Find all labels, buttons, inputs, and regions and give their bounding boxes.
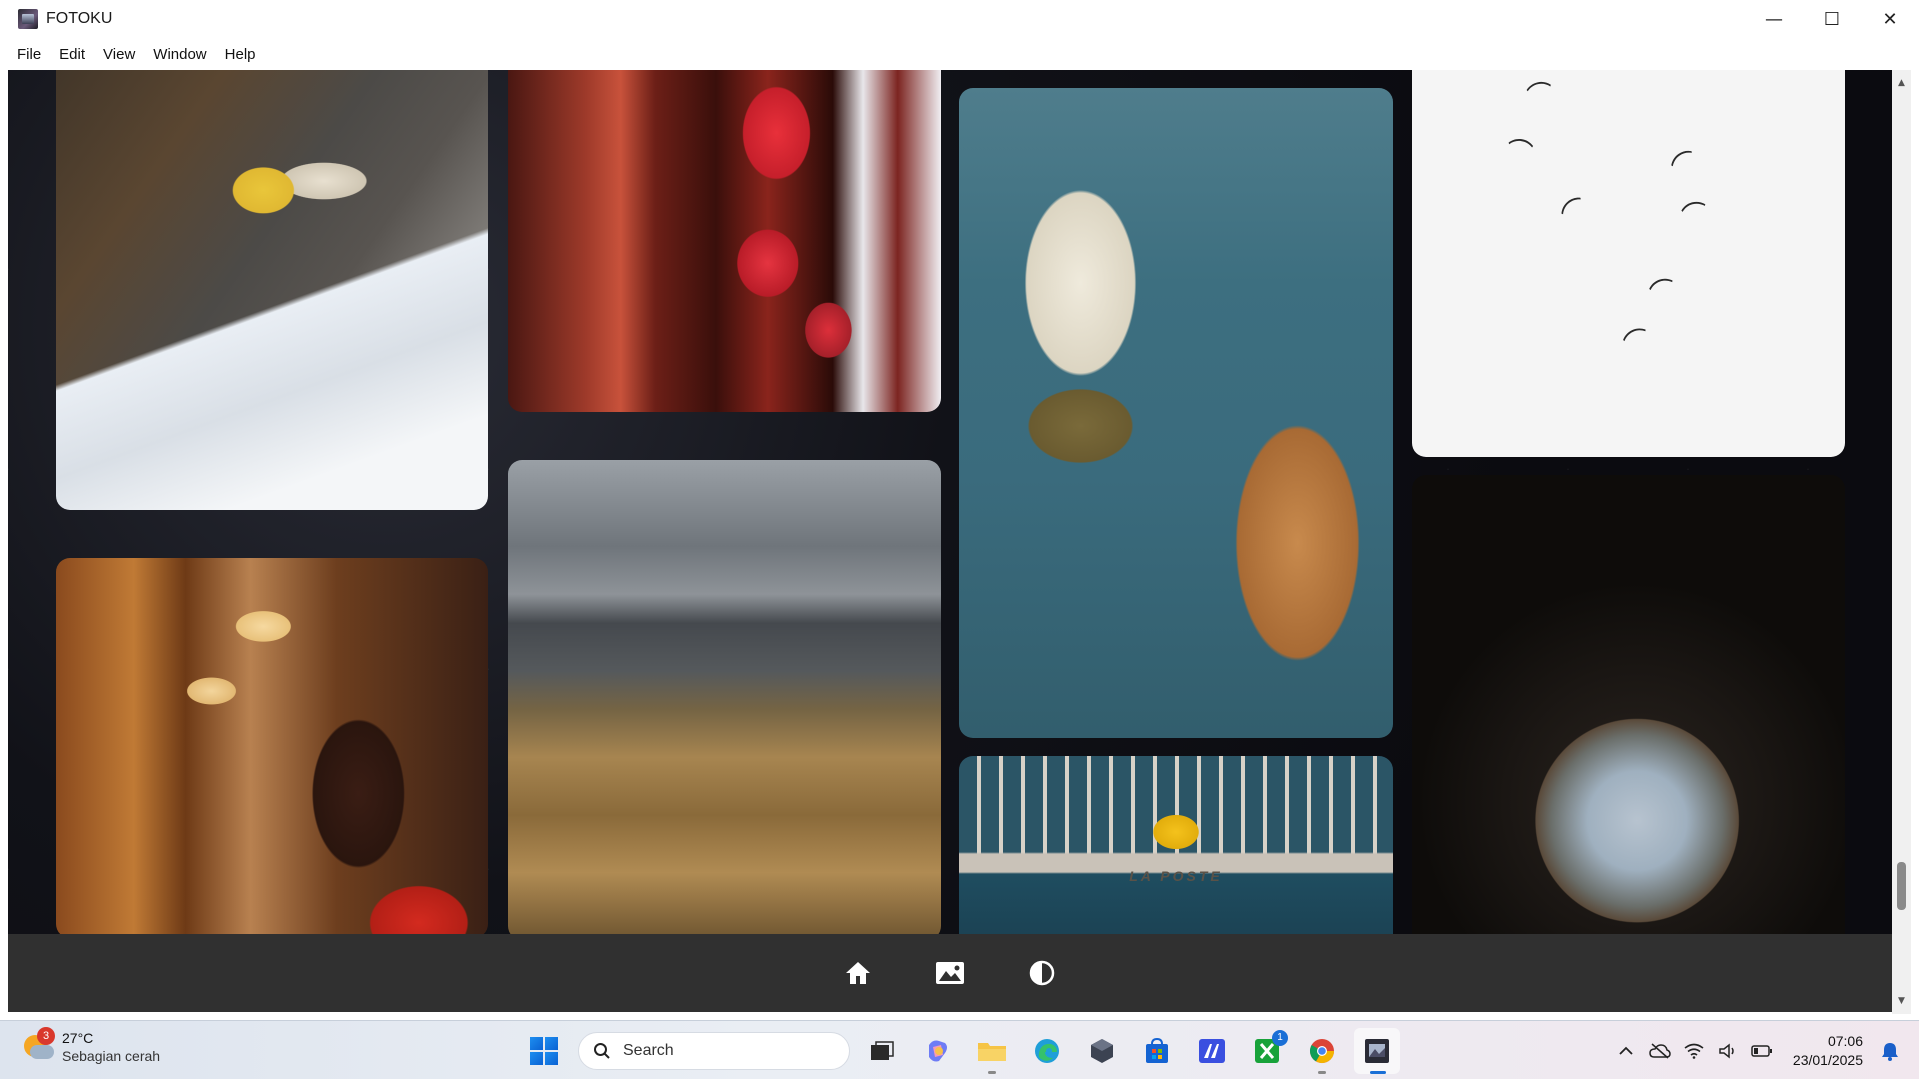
menu-bar: File Edit View Window Help bbox=[0, 38, 1919, 70]
xbox-icon[interactable]: 1 bbox=[1244, 1028, 1290, 1074]
photo-train[interactable] bbox=[56, 70, 488, 510]
volume-icon[interactable] bbox=[1716, 1039, 1740, 1063]
photo-lanterns[interactable] bbox=[508, 70, 941, 412]
title-bar: FOTOKU — ☐ ✕ bbox=[0, 0, 1919, 38]
copilot-icon[interactable] bbox=[914, 1028, 960, 1074]
photo-woman[interactable] bbox=[56, 558, 488, 934]
weather-badge: 3 bbox=[37, 1027, 55, 1045]
photo-birds[interactable]: ⌒ ⌒ ⌒ ⌒ ⌒ ⌒ ⌒ bbox=[1412, 70, 1845, 457]
la-poste-sign: LA POSTE bbox=[1129, 868, 1223, 884]
store-icon[interactable] bbox=[1134, 1028, 1180, 1074]
taskbar-center: Search 1 bbox=[524, 1021, 1400, 1079]
minimize-button[interactable]: — bbox=[1745, 0, 1803, 38]
bird-icon: ⌒ bbox=[1646, 274, 1682, 312]
image-icon[interactable] bbox=[935, 958, 965, 988]
weather-widget[interactable]: 3 27°C Sebagian cerah bbox=[22, 1027, 161, 1064]
bird-icon: ⌒ bbox=[1524, 78, 1557, 114]
photo-mountain[interactable] bbox=[508, 460, 941, 934]
clock-date: 23/01/2025 bbox=[1792, 1052, 1863, 1068]
fotoku-taskbar-icon[interactable] bbox=[1354, 1027, 1400, 1074]
photo-deer[interactable] bbox=[959, 88, 1393, 738]
system-tray: 07:06 23/01/2025 bbox=[1609, 1021, 1907, 1079]
maximize-button[interactable]: ☐ bbox=[1803, 0, 1861, 38]
chevron-up-icon[interactable] bbox=[1614, 1039, 1638, 1063]
contrast-icon[interactable] bbox=[1027, 958, 1057, 988]
weather-icon: 3 bbox=[22, 1027, 55, 1063]
window-controls: — ☐ ✕ bbox=[1745, 0, 1919, 38]
scroll-thumb[interactable] bbox=[1897, 862, 1906, 910]
chrome-icon[interactable] bbox=[1299, 1028, 1345, 1074]
search-icon bbox=[594, 1042, 610, 1059]
close-button[interactable]: ✕ bbox=[1861, 0, 1919, 38]
bird-icon: ⌒ bbox=[1557, 192, 1597, 233]
xbox-badge: 1 bbox=[1272, 1029, 1288, 1046]
home-icon[interactable] bbox=[843, 958, 873, 988]
battery-icon[interactable] bbox=[1750, 1039, 1774, 1063]
menu-help[interactable]: Help bbox=[216, 46, 265, 63]
windows-logo-icon bbox=[530, 1036, 558, 1065]
weather-condition: Sebagian cerah bbox=[62, 1048, 161, 1064]
clock-time: 07:06 bbox=[1827, 1033, 1863, 1049]
start-button[interactable] bbox=[524, 1031, 564, 1071]
window-title: FOTOKU bbox=[46, 10, 113, 27]
photo-gallery: LA POSTE ⌒ ⌒ ⌒ ⌒ ⌒ ⌒ ⌒ bbox=[8, 70, 1892, 934]
bird-icon: ⌒ bbox=[1679, 198, 1713, 234]
edge-icon[interactable] bbox=[1024, 1028, 1070, 1074]
scroll-down-arrow-icon[interactable]: ▼ bbox=[1892, 992, 1911, 1010]
wifi-icon[interactable] bbox=[1682, 1039, 1706, 1063]
task-view-icon[interactable] bbox=[859, 1028, 905, 1074]
taskbar-search[interactable]: Search bbox=[578, 1031, 850, 1070]
fotoku-app-icon bbox=[18, 9, 38, 29]
scroll-up-arrow-icon[interactable]: ▲ bbox=[1892, 74, 1911, 92]
app-window: FOTOKU — ☐ ✕ File Edit View Window Help … bbox=[0, 0, 1919, 1020]
menu-view[interactable]: View bbox=[94, 46, 144, 63]
notification-bell-icon[interactable] bbox=[1878, 1039, 1902, 1063]
bird-icon: ⌒ bbox=[1504, 136, 1535, 170]
file-explorer-icon[interactable] bbox=[969, 1028, 1015, 1074]
menu-window[interactable]: Window bbox=[144, 46, 215, 63]
menu-file[interactable]: File bbox=[8, 46, 50, 63]
search-placeholder: Search bbox=[623, 1041, 674, 1059]
menu-edit[interactable]: Edit bbox=[50, 46, 94, 63]
photo-tunnel[interactable] bbox=[1412, 475, 1845, 934]
weather-temperature: 27°C bbox=[62, 1030, 94, 1046]
bird-icon: ⌒ bbox=[1667, 145, 1706, 186]
onedrive-offline-icon[interactable] bbox=[1648, 1039, 1672, 1063]
bird-icon: ⌒ bbox=[1619, 323, 1657, 362]
taskbar: 3 27°C Sebagian cerah Search 1 07:06 23/… bbox=[0, 1020, 1919, 1079]
bottom-nav-bar bbox=[8, 934, 1892, 1012]
taskbar-clock[interactable]: 07:06 23/01/2025 bbox=[1793, 1033, 1863, 1068]
vertical-scrollbar[interactable]: ▲ ▼ bbox=[1892, 70, 1911, 1014]
app-cube-icon[interactable] bbox=[1079, 1028, 1125, 1074]
editor-icon[interactable] bbox=[1189, 1028, 1235, 1074]
photo-la-poste[interactable]: LA POSTE bbox=[959, 756, 1393, 934]
